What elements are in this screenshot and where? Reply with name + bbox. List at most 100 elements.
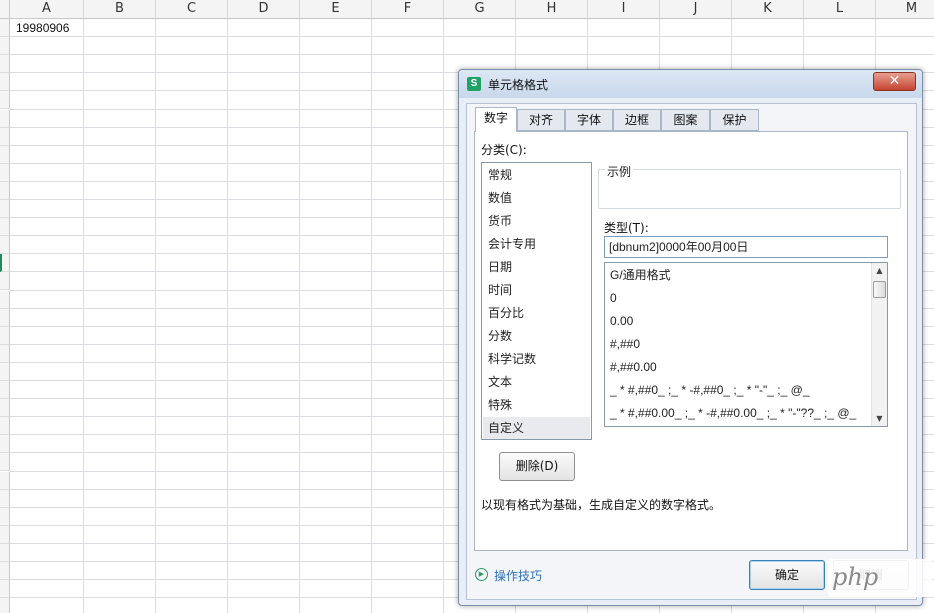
play-circle-icon: ▶: [475, 568, 488, 581]
format-item[interactable]: #,##0: [610, 333, 640, 355]
row-header[interactable]: [0, 508, 10, 526]
row-header[interactable]: [0, 327, 10, 345]
grid-row-line: [10, 54, 934, 55]
category-item[interactable]: 文本: [483, 371, 590, 393]
category-item[interactable]: 常规: [483, 164, 590, 186]
row-header[interactable]: [0, 363, 10, 381]
row-header[interactable]: [0, 562, 10, 580]
row-header[interactable]: [0, 435, 10, 453]
column-header-c[interactable]: C: [156, 0, 228, 19]
format-item[interactable]: _ * #,##0_ ;_ * -#,##0_ ;_ * "-"_ ;_ @_: [610, 379, 810, 401]
close-icon: ✕: [888, 73, 901, 89]
wps-app-icon: S: [467, 77, 481, 91]
tips-label[interactable]: 操作技巧: [494, 567, 542, 584]
row-header[interactable]: [0, 164, 10, 182]
row-header[interactable]: [0, 128, 10, 146]
column-header-j[interactable]: J: [660, 0, 732, 19]
row-header[interactable]: [0, 544, 10, 562]
tab-content-number: 分类(C): 常规 数值 货币 会计专用 日期 时间 百分比 分数 科学记数 文…: [474, 131, 908, 551]
category-item[interactable]: 数值: [483, 187, 590, 209]
row-header[interactable]: [0, 381, 10, 399]
tab-font[interactable]: 字体: [565, 109, 613, 131]
tab-protection[interactable]: 保护: [710, 109, 759, 131]
row-header[interactable]: [0, 110, 10, 128]
row-header[interactable]: [0, 526, 10, 544]
row-header[interactable]: [0, 146, 10, 164]
category-item[interactable]: 时间: [483, 279, 590, 301]
format-item[interactable]: _ * #,##0.00_ ;_ * -#,##0.00_ ;_ * "-"??…: [610, 402, 856, 424]
sample-box: [598, 169, 901, 209]
row-header[interactable]: [0, 472, 10, 490]
category-item-selected[interactable]: 自定义: [483, 417, 590, 439]
row-header[interactable]: [0, 236, 10, 254]
row-header[interactable]: [0, 55, 10, 73]
type-input[interactable]: [dbnum2]0000年00月00日: [604, 236, 888, 258]
column-header-h[interactable]: H: [516, 0, 588, 19]
row-header[interactable]: [0, 399, 10, 417]
row-header[interactable]: [0, 218, 10, 236]
row-header[interactable]: [0, 291, 10, 309]
row-header[interactable]: [0, 91, 10, 109]
tab-number[interactable]: 数字: [475, 107, 517, 132]
dialog-titlebar[interactable]: S 单元格格式 ✕: [459, 70, 922, 98]
tab-border[interactable]: 边框: [613, 109, 661, 131]
row-header[interactable]: [0, 490, 10, 508]
select-all-corner[interactable]: [0, 0, 10, 19]
column-header-a[interactable]: A: [10, 0, 84, 19]
row-header[interactable]: [0, 254, 10, 272]
cell-a1-value[interactable]: 19980906: [16, 21, 69, 35]
category-item[interactable]: 货币: [483, 210, 590, 232]
column-header-m[interactable]: M: [876, 0, 934, 19]
row-header[interactable]: [0, 598, 10, 613]
format-cells-dialog: S 单元格格式 ✕ 数字 对齐 字体 边框 图案 保护 分类(C): 常规 数值…: [458, 69, 923, 606]
column-header-k[interactable]: K: [732, 0, 804, 19]
category-item[interactable]: 分数: [483, 325, 590, 347]
category-item[interactable]: 日期: [483, 256, 590, 278]
type-label: 类型(T):: [604, 221, 649, 235]
format-item[interactable]: G/通用格式: [610, 264, 671, 286]
format-description: 以现有格式为基础，生成自定义的数字格式。: [481, 498, 722, 512]
sample-label: 示例: [605, 163, 634, 180]
delete-button[interactable]: 删除(D): [499, 452, 575, 481]
column-header-e[interactable]: E: [300, 0, 372, 19]
watermark-text: php: [832, 563, 879, 591]
row-header[interactable]: [0, 453, 10, 471]
tab-alignment[interactable]: 对齐: [517, 109, 565, 131]
scroll-thumb[interactable]: [873, 281, 886, 298]
dialog-title: 单元格格式: [488, 78, 549, 92]
row-header[interactable]: [0, 272, 10, 290]
tab-pattern[interactable]: 图案: [661, 109, 710, 131]
row-header[interactable]: [0, 580, 10, 598]
format-item[interactable]: 0: [610, 287, 617, 309]
column-header-l[interactable]: L: [804, 0, 876, 19]
column-header-b[interactable]: B: [84, 0, 156, 19]
category-item[interactable]: 百分比: [483, 302, 590, 324]
row-header[interactable]: [0, 73, 10, 91]
row-header[interactable]: [0, 200, 10, 218]
category-item[interactable]: 特殊: [483, 394, 590, 416]
category-item[interactable]: 科学记数: [483, 348, 590, 370]
format-item[interactable]: 0.00: [610, 310, 633, 332]
category-label: 分类(C):: [481, 143, 527, 157]
format-list-scrollbar[interactable]: ▲ ▼: [871, 263, 887, 426]
ok-button[interactable]: 确定: [749, 560, 825, 590]
column-header-f[interactable]: F: [372, 0, 444, 19]
format-item[interactable]: #,##0.00: [610, 356, 657, 378]
scroll-up-arrow-icon[interactable]: ▲: [872, 263, 887, 278]
row-header[interactable]: [0, 37, 10, 55]
category-item[interactable]: 会计专用: [483, 233, 590, 255]
grid-row-line: [10, 36, 934, 37]
column-header-i[interactable]: I: [588, 0, 660, 19]
column-header-g[interactable]: G: [444, 0, 516, 19]
category-listbox[interactable]: 常规 数值 货币 会计专用 日期 时间 百分比 分数 科学记数 文本 特殊 自定…: [481, 162, 592, 440]
row-header[interactable]: [0, 309, 10, 327]
row-header[interactable]: [0, 182, 10, 200]
column-header-d[interactable]: D: [228, 0, 300, 19]
php-watermark: php: [828, 559, 932, 597]
row-header[interactable]: [0, 19, 10, 37]
row-header[interactable]: [0, 345, 10, 363]
row-header[interactable]: [0, 417, 10, 435]
close-button[interactable]: ✕: [873, 72, 916, 91]
scroll-down-arrow-icon[interactable]: ▼: [872, 411, 887, 426]
format-code-list[interactable]: G/通用格式 0 0.00 #,##0 #,##0.00 _ * #,##0_ …: [604, 262, 888, 427]
